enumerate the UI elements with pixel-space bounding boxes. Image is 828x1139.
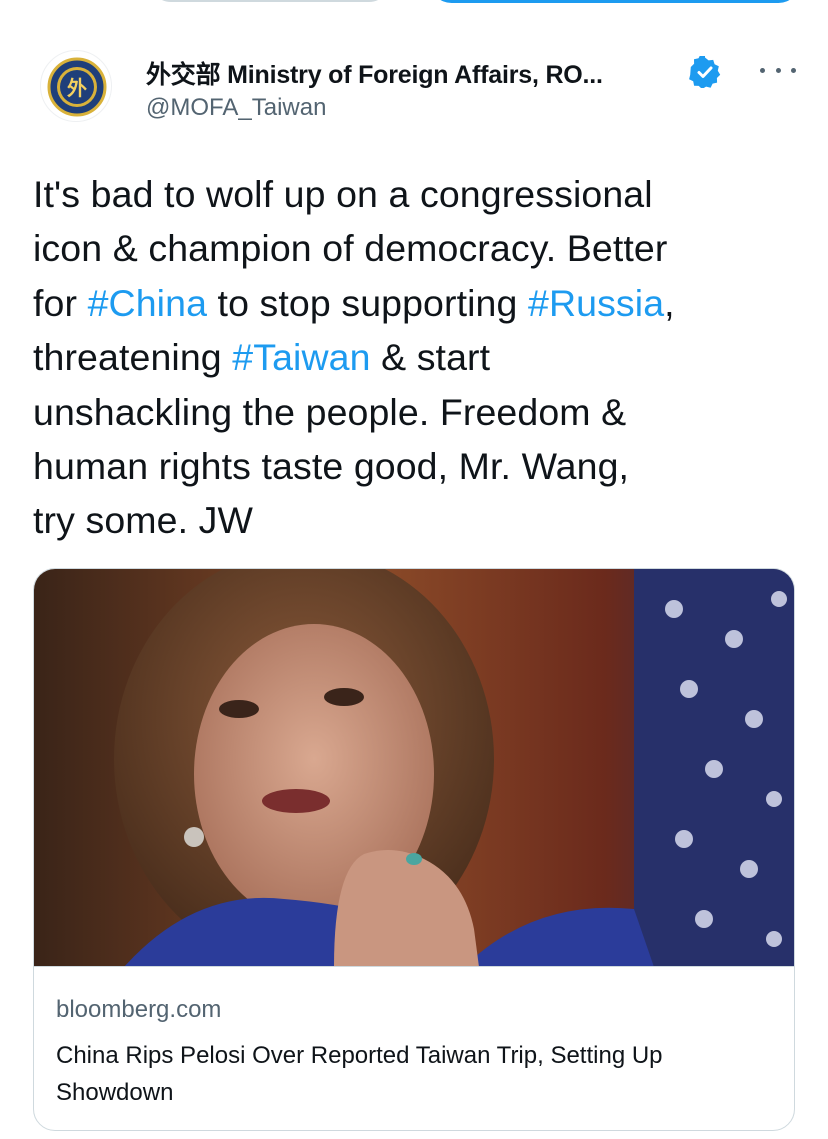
- verified-badge-icon: [689, 54, 721, 89]
- tweet-text-segment: icon & champion of democracy. Better: [33, 227, 668, 270]
- tweet-detail-page: 外 外交部 Ministry of Foreign Affairs, RO...…: [0, 0, 828, 1139]
- link-card-title: China Rips Pelosi Over Reported Taiwan T…: [56, 1042, 663, 1106]
- hashtag-link[interactable]: #China: [88, 282, 207, 324]
- hashtag-link[interactable]: #Taiwan: [232, 336, 370, 378]
- tweet-text-segment: & start: [370, 336, 491, 379]
- link-preview-image[interactable]: [34, 569, 794, 967]
- tweet-text: It's bad to wolf up on a congressional ic…: [33, 167, 813, 548]
- more-options-icon[interactable]: [760, 56, 796, 84]
- tweet-text-line: It's bad to wolf up on a congressional: [33, 167, 813, 221]
- tweet-text-segment: unshackling the people. Freedom &: [33, 390, 627, 433]
- tweet-text-line: human rights taste good, Mr. Wang,: [33, 439, 813, 493]
- tweet-text-line: threatening #Taiwan & start: [33, 330, 813, 384]
- top-primary-button[interactable]: [430, 0, 800, 3]
- tweet-text-segment: to stop supporting: [207, 281, 528, 324]
- svg-text:外: 外: [67, 76, 87, 100]
- link-preview-card[interactable]: bloomberg.com China Rips Pelosi Over Rep…: [33, 568, 795, 1131]
- link-card-domain: bloomberg.com: [56, 996, 222, 1023]
- tweet-text-segment: ,: [664, 281, 675, 324]
- tweet-text-line: icon & champion of democracy. Better: [33, 221, 813, 275]
- tweet-text-line: unshackling the people. Freedom &: [33, 385, 813, 439]
- tweet-text-segment: try some. JW: [33, 499, 253, 542]
- avatar[interactable]: 外: [40, 50, 112, 122]
- tweet-text-segment: It's bad to wolf up on a congressional: [33, 173, 653, 215]
- tweet-text-segment: threatening: [33, 336, 233, 379]
- tweet-text-segment: for: [33, 281, 88, 324]
- author-handle[interactable]: @MOFA_Taiwan: [146, 94, 326, 122]
- tweet-text-segment: human rights taste good, Mr. Wang,: [33, 445, 630, 488]
- hashtag-link[interactable]: #Russia: [528, 282, 664, 324]
- tweet-text-line: for #China to stop supporting #Russia,: [33, 276, 813, 330]
- tweet-text-line: try some. JW: [33, 493, 813, 547]
- top-outline-button[interactable]: [150, 0, 390, 2]
- author-display-name[interactable]: 外交部 Ministry of Foreign Affairs, RO...: [146, 55, 603, 91]
- mofa-seal-icon: 外: [47, 57, 107, 117]
